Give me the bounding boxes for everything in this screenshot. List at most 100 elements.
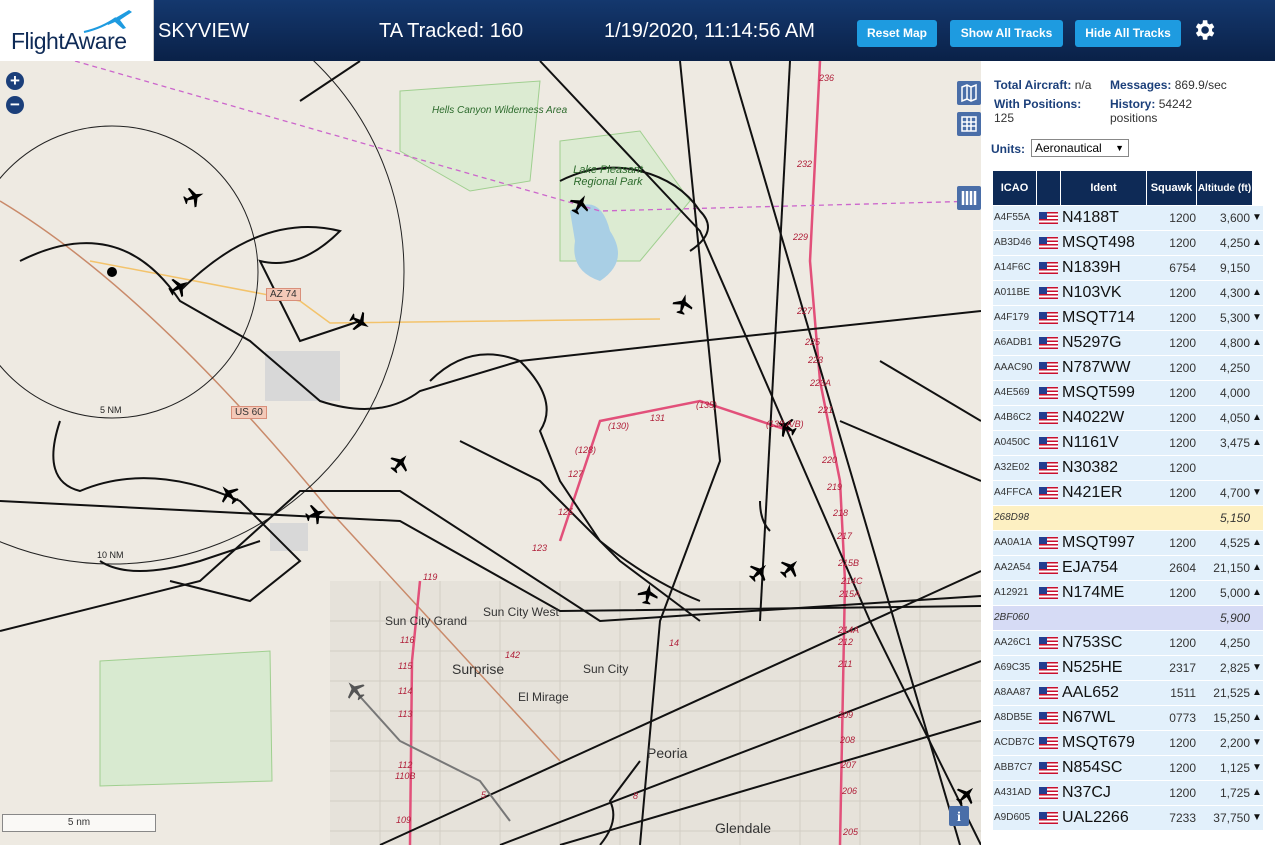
table-row[interactable]: AA0A1A MSQT997 1200 4,525 ▲ [993, 531, 1263, 556]
table-row[interactable]: A431AD N37CJ 1200 1,725 ▲ [993, 781, 1263, 806]
ident-cell: N30382 [1062, 459, 1119, 476]
aircraft-marker[interactable] [303, 501, 329, 527]
table-row[interactable]: AA2A54 EJA754 2604 21,150 ▲ [993, 556, 1263, 581]
table-row[interactable]: ACDB7C MSQT679 1200 2,200 ▼ [993, 731, 1263, 756]
squawk-cell: 2317 [1169, 661, 1196, 675]
table-row[interactable]: A6ADB1 N5297G 1200 4,800 ▲ [993, 331, 1263, 356]
altitude-cell: 5,150 [1219, 511, 1250, 525]
altitude-cell: 1,725 [1219, 786, 1250, 800]
squawk-cell: 6754 [1169, 261, 1196, 275]
us-flag-icon [1039, 212, 1058, 224]
col-header-altitude[interactable]: Altitude (ft) [1197, 171, 1253, 205]
table-row[interactable]: 268D98 5,150 [993, 506, 1263, 531]
table-row[interactable]: A4FFCA N421ER 1200 4,700 ▼ [993, 481, 1263, 506]
icao-cell: AA0A1A [994, 537, 1032, 548]
us-flag-icon [1039, 787, 1058, 799]
aircraft-marker[interactable] [346, 308, 374, 336]
table-row[interactable]: A4F55A N4188T 1200 3,600 ▼ [993, 206, 1263, 231]
exit-label: 206 [842, 786, 858, 796]
table-row[interactable]: AA26C1 N753SC 1200 4,250 [993, 631, 1263, 656]
aircraft-marker[interactable] [636, 582, 660, 606]
map-canvas[interactable]: Hells Canyon Wilderness Area Lake Pleasa… [0, 61, 981, 845]
us-flag-icon [1039, 637, 1058, 649]
table-row[interactable]: A4E569 MSQT599 1200 4,000 [993, 381, 1263, 406]
lake-pleasant-label: Lake Pleasant Regional Park [573, 164, 643, 188]
sun-city-grand-label: Sun City Grand [385, 614, 468, 628]
zoom-out-button[interactable]: − [6, 96, 24, 114]
info-button[interactable]: i [949, 806, 969, 826]
squawk-cell [1148, 606, 1196, 630]
squawk-cell: 1200 [1169, 236, 1196, 250]
icao-cell: ACDB7C [994, 737, 1035, 748]
col-header-ident[interactable]: Ident [1061, 171, 1147, 205]
map-view-button[interactable] [957, 81, 981, 105]
aircraft-marker[interactable] [214, 479, 244, 509]
table-row[interactable]: A69C35 N525HE 2317 2,825 ▼ [993, 656, 1263, 681]
flag-cell [1037, 531, 1059, 555]
exit-label: 205 [843, 827, 859, 837]
altitude-trend-icon: ▼ [1252, 662, 1262, 673]
icao-cell: A431AD [994, 787, 1032, 798]
squawk-cell: 1200 [1169, 586, 1196, 600]
table-row[interactable]: AB3D46 MSQT498 1200 4,250 ▲ [993, 231, 1263, 256]
aircraft-marker[interactable] [385, 448, 415, 478]
col-header-icao[interactable]: ICAO [993, 171, 1037, 205]
table-row[interactable]: 2BF060 5,900 [993, 606, 1263, 631]
gear-icon[interactable] [1191, 17, 1217, 43]
flag-cell [1037, 556, 1059, 580]
icao-cell: 2BF060 [994, 612, 1030, 623]
exit-label: 236 [819, 73, 835, 83]
with-positions-label: With Positions: [994, 97, 1082, 111]
surprise-label: Surprise [452, 661, 505, 677]
grid-button[interactable] [957, 112, 981, 136]
altitude-trend-icon [1252, 381, 1262, 405]
table-row[interactable]: AAAC90 N787WW 1200 4,250 [993, 356, 1263, 381]
units-select[interactable]: Aeronautical ▼ [1031, 139, 1129, 157]
altitude-trend-icon: ▼ [1252, 762, 1262, 773]
altitude-cell: 37,750 [1213, 811, 1250, 825]
aircraft-marker[interactable] [165, 273, 193, 301]
table-row[interactable]: A8DB5E N67WL 0773 15,250 ▲ [993, 706, 1263, 731]
col-header-squawk[interactable]: Squawk [1147, 171, 1197, 205]
table-row[interactable]: A9D605 UAL2266 7233 37,750 ▼ [993, 806, 1263, 831]
flag-cell [1037, 681, 1059, 705]
reset-map-button[interactable]: Reset Map [857, 20, 937, 47]
flag-cell [1037, 406, 1059, 430]
columns-button[interactable] [957, 186, 981, 210]
table-row[interactable]: A14F6C N1839H 6754 9,150 [993, 256, 1263, 281]
aircraft-marker[interactable] [775, 553, 805, 583]
messages-value: 869.9/sec [1174, 78, 1227, 92]
table-row[interactable]: A8AA87 AAL652 1511 21,525 ▲ [993, 681, 1263, 706]
table-row[interactable]: A4F179 MSQT714 1200 5,300 ▼ [993, 306, 1263, 331]
flag-cell [1037, 256, 1059, 280]
squawk-cell: 1200 [1169, 786, 1196, 800]
ident-cell [1062, 506, 1148, 530]
exit-label: 215B [838, 558, 860, 568]
table-row[interactable]: A0450C N1161V 1200 3,475 ▲ [993, 431, 1263, 456]
table-row[interactable]: A4B6C2 N4022W 1200 4,050 ▲ [993, 406, 1263, 431]
col-header-flag[interactable] [1037, 171, 1061, 205]
aircraft-marker[interactable] [670, 291, 696, 317]
table-row[interactable]: A12921 N174ME 1200 5,000 ▲ [993, 581, 1263, 606]
altitude-trend-icon: ▼ [1252, 312, 1262, 323]
us-flag-icon [1039, 562, 1058, 574]
zoom-in-button[interactable]: + [6, 72, 24, 90]
table-row[interactable]: A011BE N103VK 1200 4,300 ▲ [993, 281, 1263, 306]
show-all-tracks-button[interactable]: Show All Tracks [950, 20, 1063, 47]
exit-label: 131 [650, 413, 666, 423]
exit-label: 116 [400, 635, 415, 645]
us-flag-icon [1039, 437, 1058, 449]
flightaware-logo[interactable]: FlightAware [0, 0, 154, 61]
aircraft-marker[interactable] [181, 184, 207, 210]
squawk-cell: 1200 [1169, 461, 1196, 475]
table-row[interactable]: ABB7C7 N854SC 1200 1,125 ▼ [993, 756, 1263, 781]
squawk-cell: 1200 [1169, 386, 1196, 400]
flag-cell [1037, 806, 1059, 830]
aircraft-marker[interactable] [951, 780, 981, 810]
hide-all-tracks-button[interactable]: Hide All Tracks [1075, 20, 1181, 47]
aircraft-marker[interactable] [566, 190, 594, 218]
aircraft-marker[interactable] [744, 557, 774, 587]
aircraft-marker[interactable] [340, 675, 370, 705]
table-row[interactable]: A32E02 N30382 1200 [993, 456, 1263, 481]
icao-cell: A8AA87 [994, 687, 1031, 698]
